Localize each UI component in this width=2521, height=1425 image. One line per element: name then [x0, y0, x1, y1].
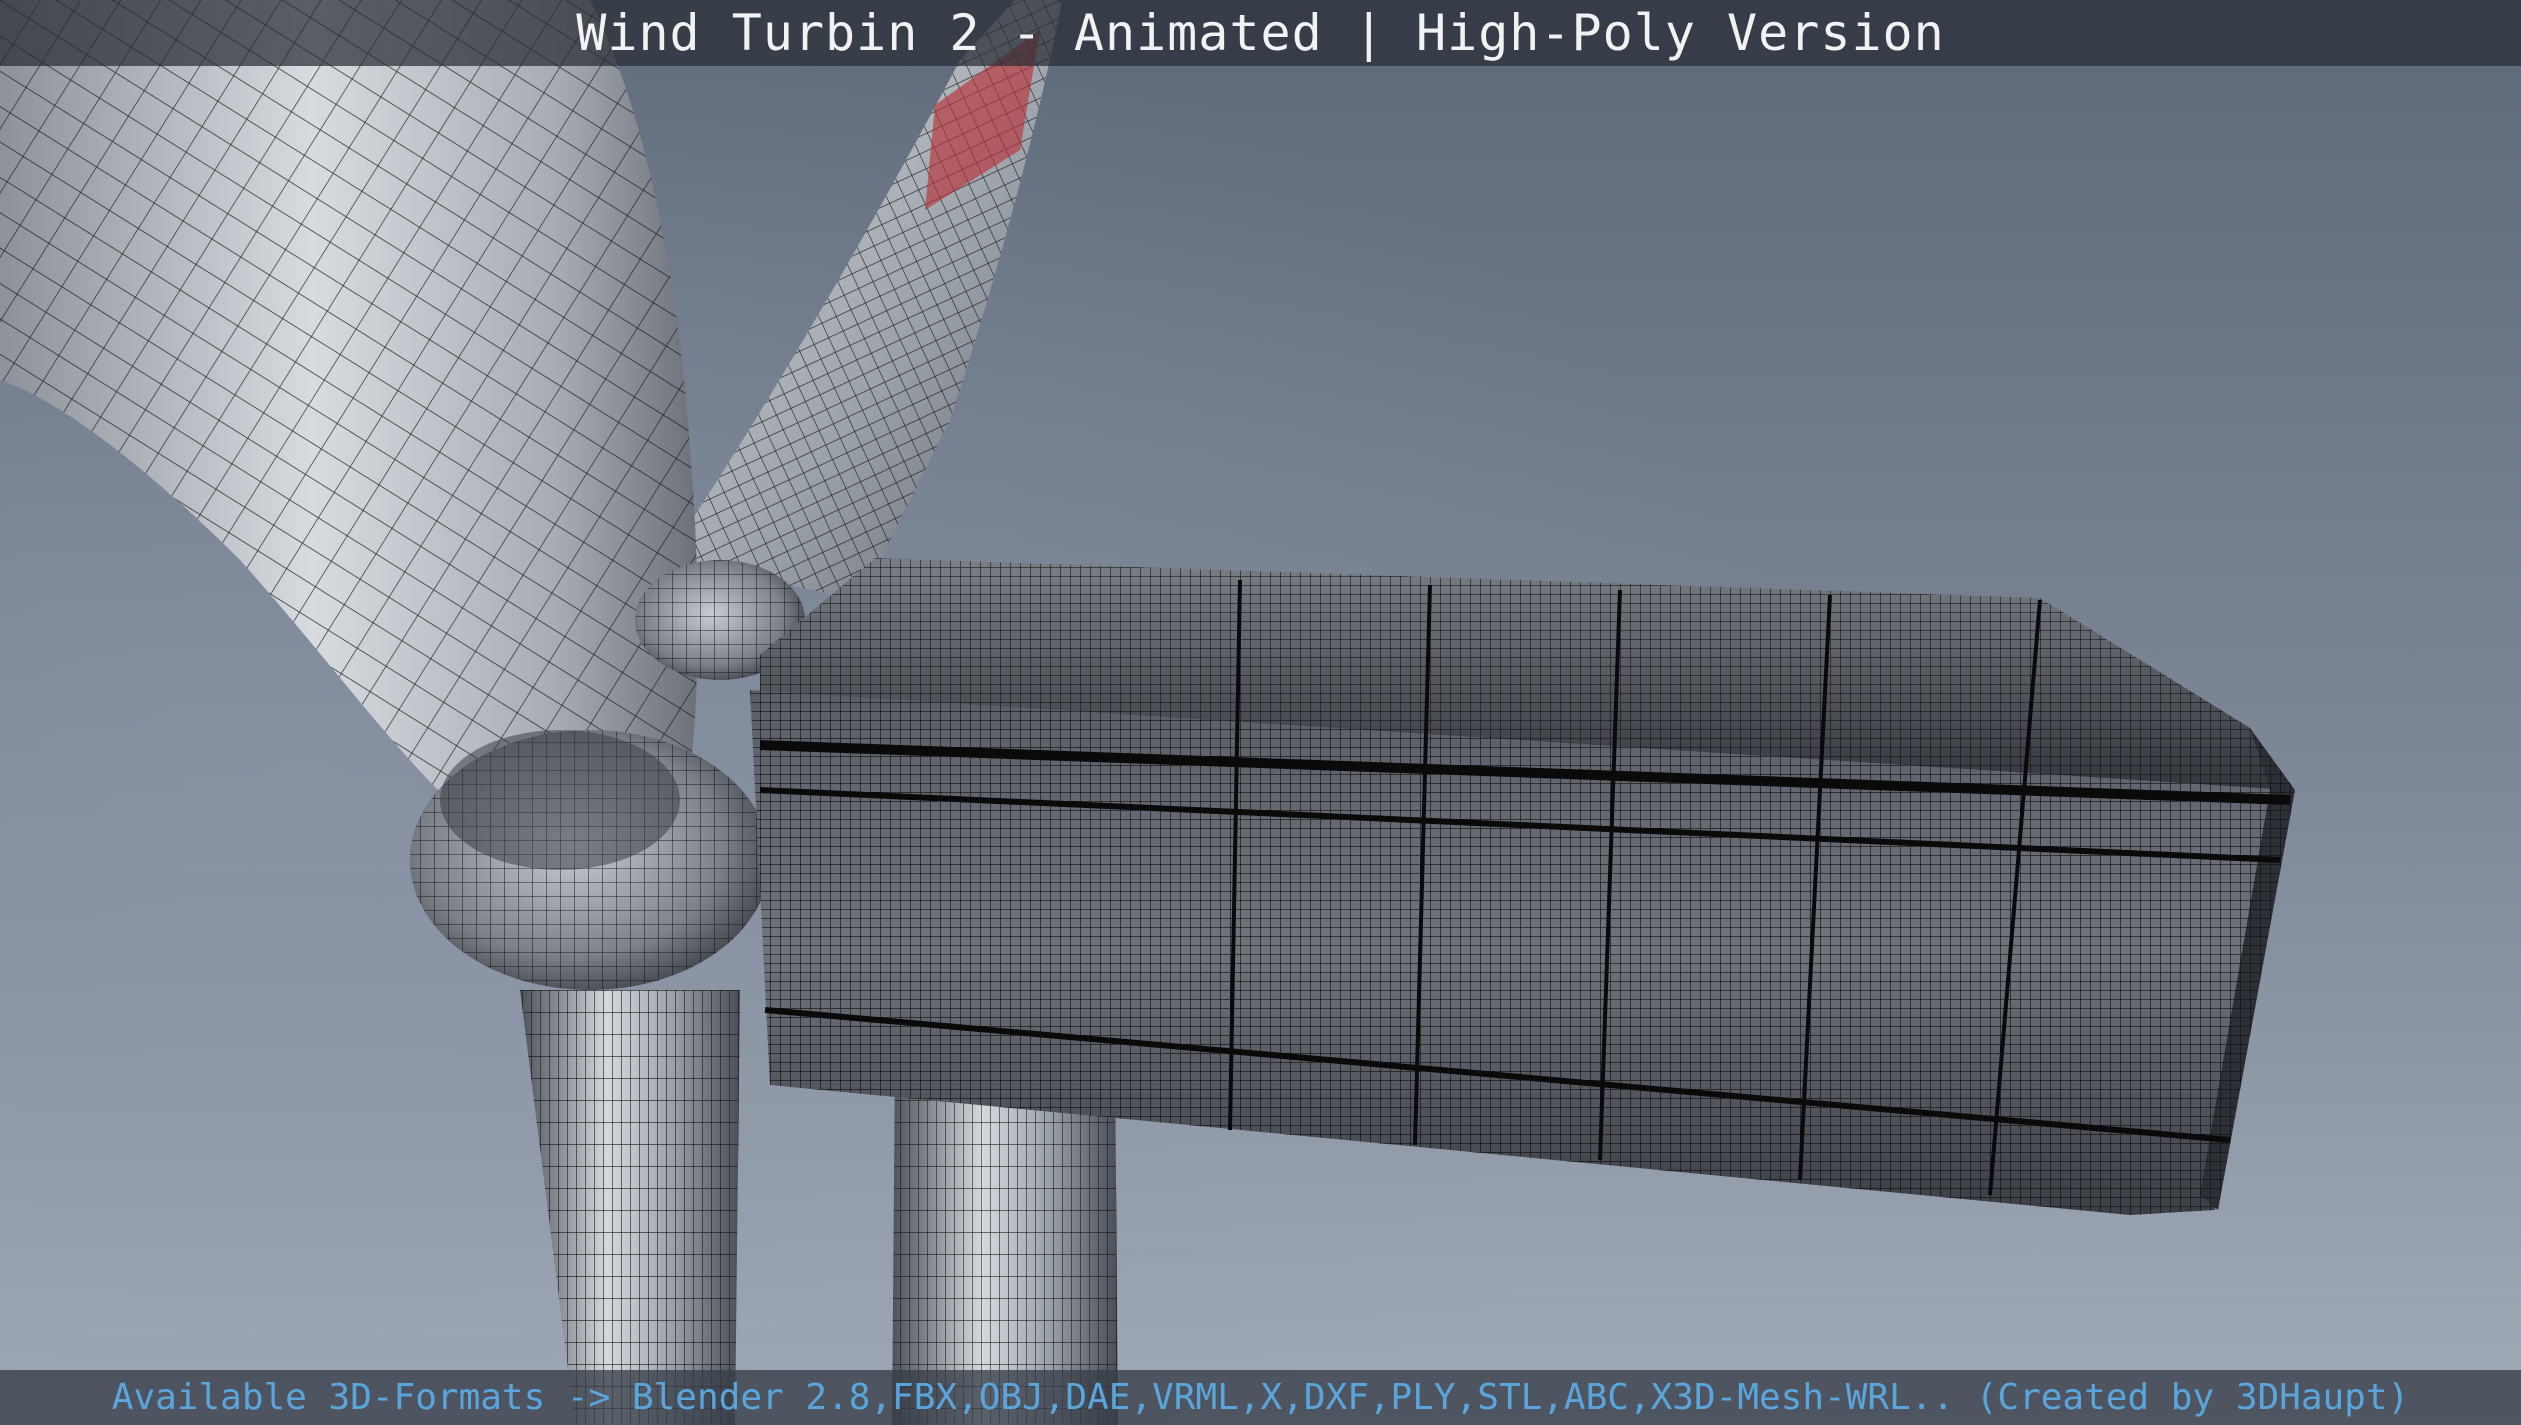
- video-title: Wind Turbin 2 - Animated | High-Poly Ver…: [576, 4, 1945, 62]
- video-frame: Wind Turbin 2 - Animated | High-Poly Ver…: [0, 0, 2521, 1425]
- formats-footer-bar: Available 3D-Formats -> Blender 2.8,FBX,…: [0, 1370, 2521, 1425]
- video-title-bar: Wind Turbin 2 - Animated | High-Poly Ver…: [0, 0, 2521, 66]
- turbine-render-image: [0, 0, 2521, 1425]
- formats-caption: Available 3D-Formats -> Blender 2.8,FBX,…: [111, 1377, 2410, 1418]
